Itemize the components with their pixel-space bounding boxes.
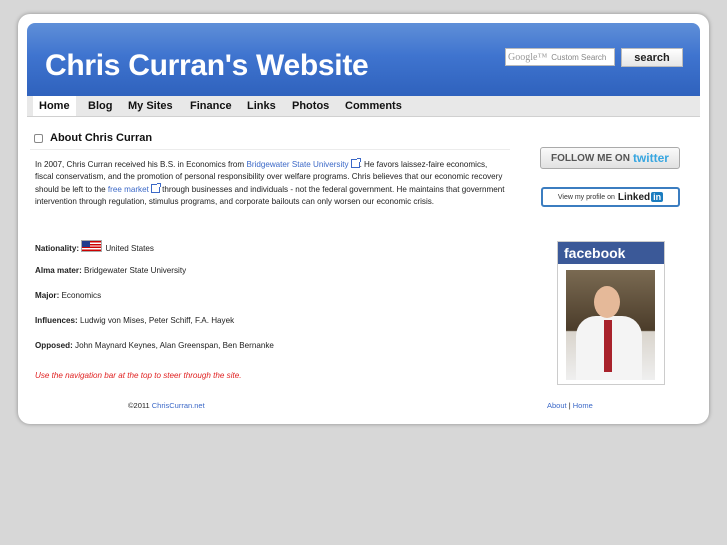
nav-item-my-sites[interactable]: My Sites bbox=[128, 96, 173, 116]
fact-opposed: Opposed: John Maynard Keynes, Alan Green… bbox=[35, 341, 274, 350]
fact-nationality: Nationality: United States bbox=[35, 240, 154, 253]
footer-home-link[interactable]: Home bbox=[573, 401, 593, 410]
twitter-follow-button[interactable]: FOLLOW ME ON twitter bbox=[540, 147, 680, 169]
free-market-link[interactable]: free market bbox=[108, 185, 149, 194]
nav-item-links[interactable]: Links bbox=[247, 96, 276, 116]
footer-site-link[interactable]: ChrisCurran.net bbox=[152, 401, 205, 410]
fact-value: Ludwig von Mises, Peter Schiff, F.A. Hay… bbox=[79, 316, 235, 325]
bridgewater-link[interactable]: Bridgewater State University bbox=[246, 160, 348, 169]
fact-value: Bridgewater State University bbox=[84, 266, 187, 275]
fact-alma-mater: Alma mater: Bridgewater State University bbox=[35, 266, 186, 275]
page-card: Chris Curran's Website Google™ Custom Se… bbox=[18, 14, 709, 424]
about-heading: About Chris Curran bbox=[34, 132, 152, 144]
intro-text-3: through businesses and individuals - not… bbox=[35, 185, 505, 206]
nav-item-home[interactable]: Home bbox=[33, 96, 76, 116]
nav-item-finance[interactable]: Finance bbox=[190, 96, 232, 116]
profile-photo bbox=[566, 270, 655, 380]
intro-text-1: In 2007, Chris Curran received his B.S. … bbox=[35, 160, 245, 169]
fact-label: Major: bbox=[35, 291, 60, 300]
nav-item-comments[interactable]: Comments bbox=[345, 96, 402, 116]
linkedin-profile-button[interactable]: View my profile on Linked in bbox=[541, 187, 680, 207]
checkbox-icon[interactable] bbox=[34, 133, 43, 143]
fact-major: Major: Economics bbox=[35, 291, 101, 300]
copyright-text: ©2011 bbox=[128, 401, 150, 410]
search-input[interactable]: Google™ Custom Search bbox=[505, 48, 615, 66]
about-intro: In 2007, Chris Curran received his B.S. … bbox=[35, 158, 505, 208]
nav-item-blog[interactable]: Blog bbox=[88, 96, 112, 116]
us-flag-icon bbox=[81, 240, 103, 252]
google-logo: Google™ bbox=[508, 51, 548, 63]
linkedin-logo: Linked bbox=[617, 191, 651, 203]
linkedin-text: View my profile on bbox=[557, 193, 615, 201]
fact-influences: Influences: Ludwig von Mises, Peter Schi… bbox=[35, 316, 234, 325]
footer-separator: | bbox=[568, 401, 571, 410]
navigation-note: Use the navigation bar at the top to ste… bbox=[35, 371, 242, 380]
fact-value: Economics bbox=[61, 291, 102, 300]
site-header: Chris Curran's Website Google™ Custom Se… bbox=[27, 23, 700, 96]
twitter-follow-text: FOLLOW ME ON bbox=[551, 152, 630, 164]
linkedin-in-icon: in bbox=[651, 192, 664, 202]
search-button[interactable]: search bbox=[621, 48, 683, 67]
footer-about-link[interactable]: About bbox=[547, 401, 567, 410]
site-title: Chris Curran's Website bbox=[45, 49, 369, 82]
footer-links: About | Home bbox=[547, 401, 593, 410]
fact-label: Alma mater: bbox=[35, 266, 82, 275]
fact-label: Influences: bbox=[35, 316, 78, 325]
footer-copyright: ©2011 ChrisCurran.net bbox=[128, 401, 205, 410]
nav-bar: Home Blog My Sites Finance Links Photos … bbox=[27, 96, 700, 117]
fact-label: Nationality: bbox=[35, 244, 80, 253]
external-link-icon bbox=[350, 158, 361, 168]
facebook-logo: facebook bbox=[558, 242, 664, 264]
nav-item-photos[interactable]: Photos bbox=[292, 96, 329, 116]
photo-tie bbox=[604, 320, 612, 372]
about-heading-text: About Chris Curran bbox=[50, 132, 153, 144]
external-link-icon bbox=[150, 183, 161, 193]
fact-value: United States bbox=[105, 244, 154, 253]
divider bbox=[30, 149, 510, 150]
facebook-badge[interactable]: facebook bbox=[557, 241, 665, 385]
twitter-logo: twitter bbox=[632, 151, 669, 165]
fact-value: John Maynard Keynes, Alan Greenspan, Ben… bbox=[75, 341, 274, 350]
search-placeholder: Custom Search bbox=[551, 52, 607, 62]
fact-label: Opposed: bbox=[35, 341, 73, 350]
photo-face bbox=[594, 286, 620, 318]
